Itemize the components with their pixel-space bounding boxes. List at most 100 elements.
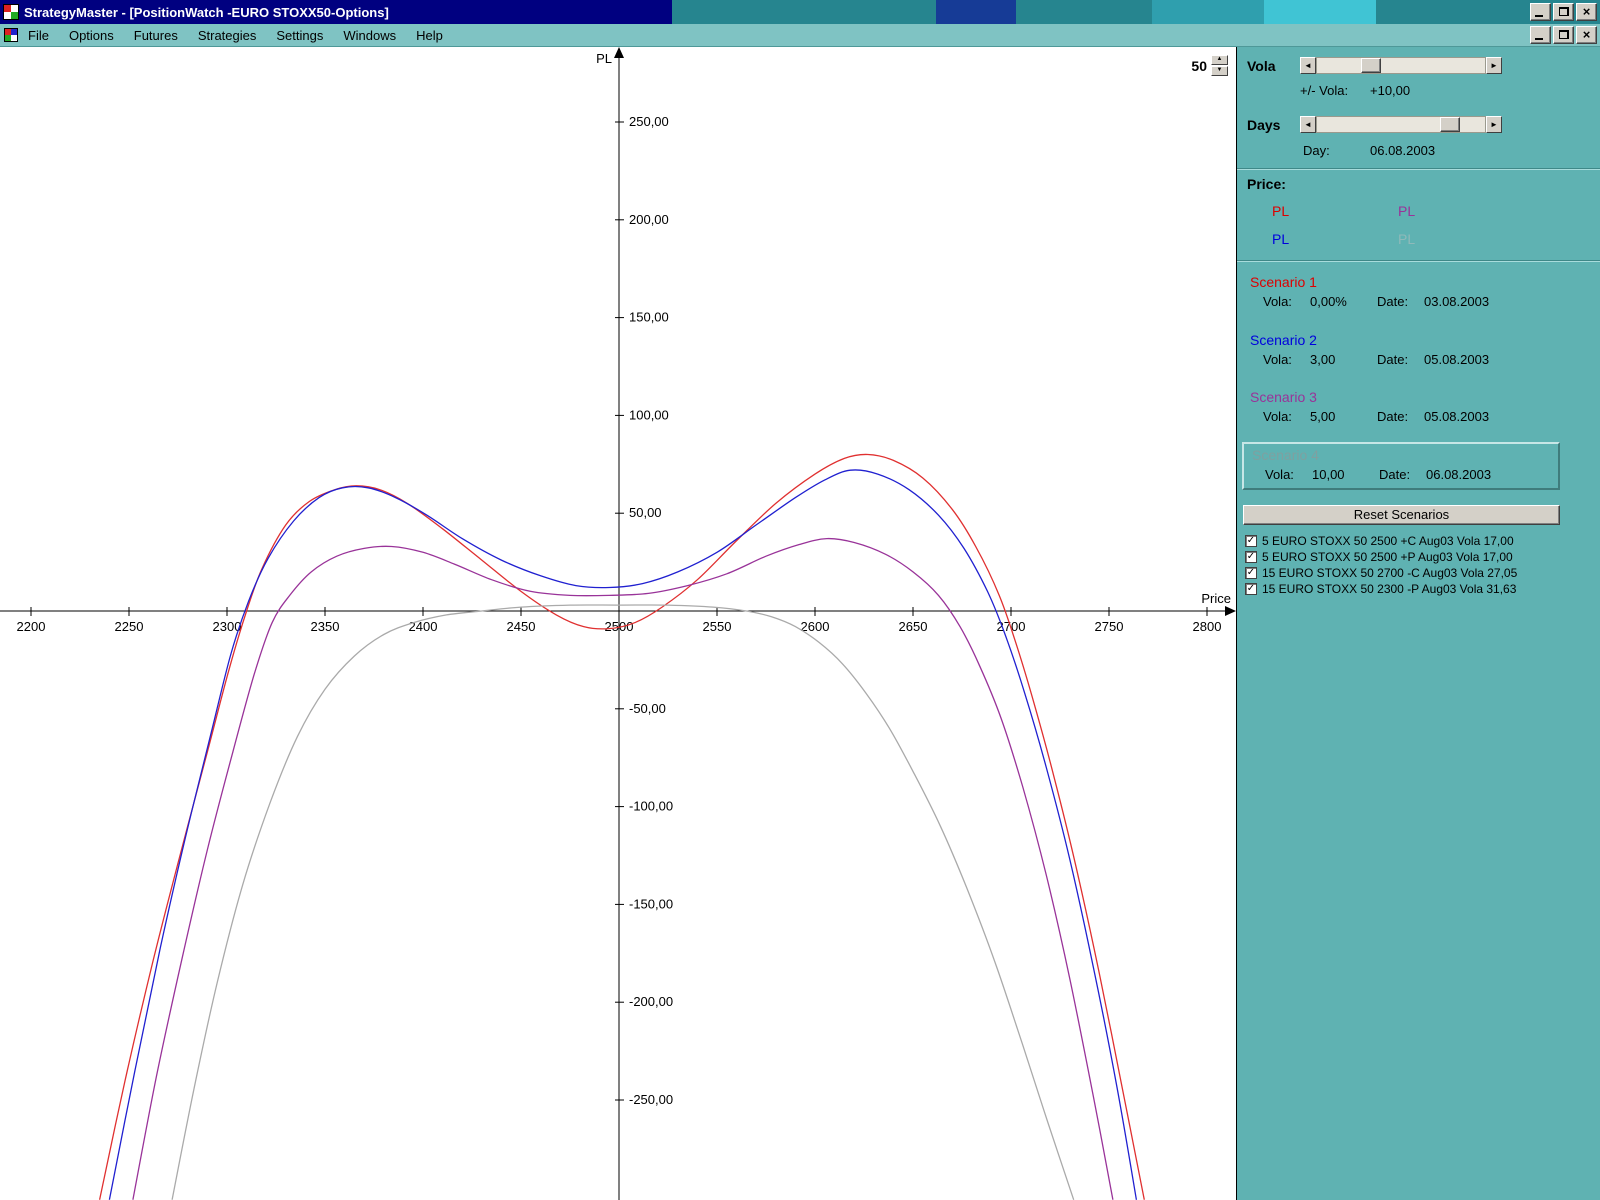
window-title: StrategyMaster - [PositionWatch -EURO ST…: [24, 5, 389, 20]
days-slider-thumb[interactable]: [1440, 117, 1460, 132]
svg-text:2650: 2650: [899, 619, 928, 634]
vola-field-label: Vola:: [1263, 352, 1310, 367]
svg-text:PL: PL: [596, 51, 612, 66]
vola-value: +10,00: [1370, 83, 1410, 98]
price-section-label: Price:: [1247, 176, 1286, 192]
pl-label-scenario1[interactable]: PL: [1272, 203, 1289, 219]
window-controls: ×: [1530, 3, 1597, 21]
date-field-value: 05.08.2003: [1424, 352, 1489, 367]
vola-slider-track[interactable]: [1316, 57, 1486, 74]
scenario-4[interactable]: Scenario 4 Vola:10,00Date:06.08.2003: [1242, 442, 1560, 490]
restore-icon: [1559, 7, 1569, 16]
title-bar: StrategyMaster - [PositionWatch -EURO ST…: [0, 0, 1600, 24]
close-button[interactable]: ×: [1576, 3, 1597, 21]
days-slider-track[interactable]: [1316, 116, 1486, 133]
vola-slider[interactable]: ◄ ►: [1300, 57, 1502, 74]
menu-windows[interactable]: Windows: [333, 28, 406, 43]
date-field-label: Date:: [1377, 294, 1424, 309]
scenario-2[interactable]: Scenario 2 Vola:3,00Date:05.08.2003: [1237, 332, 1600, 367]
svg-text:2450: 2450: [507, 619, 536, 634]
position-checkbox[interactable]: ✓: [1245, 535, 1257, 547]
vola-label: Vola: [1247, 58, 1276, 74]
child-minimize-button[interactable]: [1530, 26, 1551, 44]
svg-text:250,00: 250,00: [629, 114, 669, 129]
svg-text:200,00: 200,00: [629, 212, 669, 227]
separator: [1237, 260, 1600, 262]
svg-text:-100,00: -100,00: [629, 799, 673, 814]
close-icon: ×: [1577, 4, 1596, 19]
child-restore-button[interactable]: [1553, 26, 1574, 44]
pl-label-scenario3[interactable]: PL: [1398, 203, 1415, 219]
scale-value: 50: [1191, 58, 1207, 74]
menu-settings[interactable]: Settings: [266, 28, 333, 43]
menu-file[interactable]: File: [18, 28, 59, 43]
days-slider-right-arrow[interactable]: ►: [1486, 116, 1502, 133]
vola-field-label: Vola:: [1263, 409, 1310, 424]
minimize-icon: [1535, 15, 1543, 17]
vola-slider-thumb[interactable]: [1361, 58, 1381, 73]
days-slider-left-arrow[interactable]: ◄: [1300, 116, 1316, 133]
series-scenario-2: [109, 470, 1136, 1200]
position-row[interactable]: ✓ 5 EURO STOXX 50 2500 +P Aug03 Vola 17,…: [1245, 549, 1513, 564]
vola-field-label: Vola:: [1263, 294, 1310, 309]
svg-text:2400: 2400: [409, 619, 438, 634]
menu-help[interactable]: Help: [406, 28, 453, 43]
svg-text:2800: 2800: [1193, 619, 1222, 634]
date-field-value: 03.08.2003: [1424, 294, 1489, 309]
reset-scenarios-button[interactable]: Reset Scenarios: [1243, 505, 1560, 525]
menu-options[interactable]: Options: [59, 28, 124, 43]
position-row[interactable]: ✓ 15 EURO STOXX 50 2700 -C Aug03 Vola 27…: [1245, 565, 1517, 580]
svg-text:2550: 2550: [703, 619, 732, 634]
chart-area: PLPrice220022502300235024002450250025502…: [0, 47, 1237, 1200]
scenario-3[interactable]: Scenario 3 Vola:5,00Date:05.08.2003: [1237, 389, 1600, 424]
svg-text:-50,00: -50,00: [629, 701, 666, 716]
spin-down-button[interactable]: ▼: [1211, 66, 1228, 76]
svg-text:-250,00: -250,00: [629, 1092, 673, 1107]
vola-caption: +/- Vola:: [1300, 83, 1348, 98]
position-row[interactable]: ✓ 5 EURO STOXX 50 2500 +C Aug03 Vola 17,…: [1245, 533, 1514, 548]
separator: [1237, 168, 1600, 170]
svg-text:-200,00: -200,00: [629, 994, 673, 1009]
scale-spinner[interactable]: 50 ▲ ▼: [1191, 55, 1228, 76]
position-label: 5 EURO STOXX 50 2500 +P Aug03 Vola 17,00: [1262, 550, 1513, 564]
date-field-value: 06.08.2003: [1426, 467, 1491, 482]
date-field-label: Date:: [1377, 409, 1424, 424]
svg-text:2350: 2350: [311, 619, 340, 634]
pl-label-scenario4[interactable]: PL: [1398, 231, 1415, 247]
vola-field-value: 0,00%: [1310, 294, 1377, 309]
spin-up-button[interactable]: ▲: [1211, 55, 1228, 65]
svg-text:2500: 2500: [605, 619, 634, 634]
child-window-icon[interactable]: [4, 28, 18, 42]
pl-label-scenario2[interactable]: PL: [1272, 231, 1289, 247]
vola-field-label: Vola:: [1265, 467, 1312, 482]
restore-button[interactable]: [1553, 3, 1574, 21]
scenario-name: Scenario 2: [1250, 332, 1600, 348]
position-checkbox[interactable]: ✓: [1245, 583, 1257, 595]
svg-text:100,00: 100,00: [629, 407, 669, 422]
position-checkbox[interactable]: ✓: [1245, 567, 1257, 579]
svg-text:Price: Price: [1201, 591, 1231, 606]
scenario-1[interactable]: Scenario 1 Vola:0,00%Date:03.08.2003: [1237, 274, 1600, 309]
app-icon[interactable]: [3, 4, 19, 20]
svg-text:-150,00: -150,00: [629, 896, 673, 911]
vola-field-value: 3,00: [1310, 352, 1377, 367]
svg-text:2250: 2250: [115, 619, 144, 634]
menu-futures[interactable]: Futures: [124, 28, 188, 43]
date-field-label: Date:: [1377, 352, 1424, 367]
chart-svg: PLPrice220022502300235024002450250025502…: [0, 47, 1237, 1200]
restore-icon: [1559, 30, 1569, 39]
child-close-button[interactable]: ×: [1576, 26, 1597, 44]
days-label: Days: [1247, 117, 1280, 133]
close-icon: ×: [1577, 27, 1596, 42]
position-checkbox[interactable]: ✓: [1245, 551, 1257, 563]
child-window-controls: ×: [1530, 26, 1597, 44]
position-row[interactable]: ✓ 15 EURO STOXX 50 2300 -P Aug03 Vola 31…: [1245, 581, 1516, 596]
menu-strategies[interactable]: Strategies: [188, 28, 267, 43]
days-slider[interactable]: ◄ ►: [1300, 116, 1502, 133]
minimize-button[interactable]: [1530, 3, 1551, 21]
series-scenario-1: [100, 454, 1145, 1199]
position-label: 15 EURO STOXX 50 2700 -C Aug03 Vola 27,0…: [1262, 566, 1517, 580]
date-field-value: 05.08.2003: [1424, 409, 1489, 424]
vola-slider-right-arrow[interactable]: ►: [1486, 57, 1502, 74]
vola-slider-left-arrow[interactable]: ◄: [1300, 57, 1316, 74]
